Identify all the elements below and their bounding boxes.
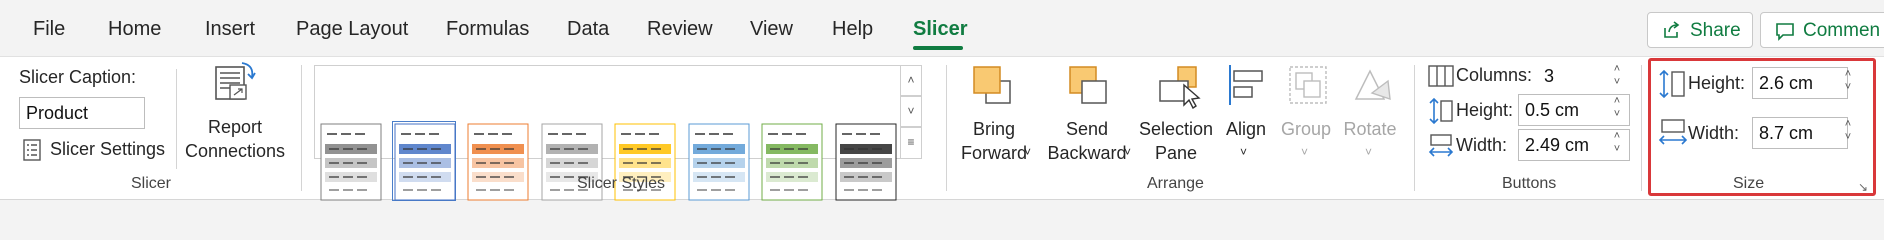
ribbon-panel: Slicer Caption: Product Slicer Settings … [0, 56, 1884, 201]
tab-view[interactable]: View [750, 18, 793, 41]
tab-data[interactable]: Data [567, 18, 609, 41]
chevron-up-icon: ˄ [907, 73, 915, 87]
send-backward-label-1: Send [1065, 119, 1109, 139]
comments-label: Commen [1803, 20, 1881, 41]
slicer-settings-icon [22, 139, 42, 161]
button-width-label: Width: [1456, 135, 1508, 155]
bring-forward-icon [970, 63, 1014, 107]
excel-window: File Home Insert Page Layout Formulas Da… [0, 0, 1884, 202]
arrange-group-label: Arrange [1147, 175, 1204, 192]
group-label: Group [1280, 119, 1332, 139]
slicer-style-tile[interactable] [686, 121, 750, 201]
report-connections-label-2: Connections [184, 141, 286, 161]
send-backward-icon [1066, 63, 1110, 107]
chevron-down-icon: ˅ [1365, 145, 1373, 159]
slicer-style-preview-icon [394, 123, 455, 201]
group-icon [1286, 63, 1330, 107]
button-width-icon [1428, 133, 1454, 159]
align-icon [1224, 63, 1268, 107]
slicer-caption-label: Slicer Caption: [19, 67, 137, 87]
button-height-icon [1428, 97, 1454, 125]
slicer-style-preview-icon [688, 123, 749, 201]
tab-home[interactable]: Home [108, 18, 161, 41]
slicer-styles-group-label: Slicer Styles [577, 175, 666, 192]
more-dropdown-icon: ≡ [907, 135, 915, 149]
gallery-scroll-down-button[interactable]: ˅ [900, 96, 922, 127]
align-label: Align [1225, 119, 1267, 139]
slicer-style-tile[interactable] [391, 121, 456, 201]
selection-pane-label-2: Pane [1154, 143, 1198, 163]
chevron-down-icon: ˅ [1124, 145, 1132, 159]
buttons-group-label: Buttons [1502, 175, 1557, 192]
slicer-style-preview-icon [761, 123, 823, 201]
button-width-spinner[interactable]: ˄ ˅ [1610, 130, 1624, 160]
button-height-spinner[interactable]: ˄ ˅ [1610, 95, 1624, 125]
chevron-down-icon: ˅ [1240, 145, 1248, 159]
slicer-style-tile[interactable] [833, 121, 897, 201]
report-connections-label-1: Report [207, 117, 263, 137]
rotate-icon [1350, 63, 1394, 107]
size-group-highlight [1648, 58, 1876, 196]
rotate-button[interactable]: Rotate ˅ [1336, 61, 1404, 173]
selection-pane-label-1: Selection [1138, 119, 1214, 139]
columns-label: Columns: [1456, 65, 1533, 85]
slicer-style-tile[interactable] [465, 121, 529, 201]
separator [301, 65, 302, 191]
slicer-style-preview-icon [467, 123, 529, 201]
gallery-more-button[interactable]: ≡ [900, 127, 922, 159]
align-button[interactable]: Align ˅ [1220, 61, 1272, 173]
chevron-down-icon: ˅ [907, 104, 915, 118]
separator [1414, 65, 1415, 191]
columns-spinner[interactable]: ˄ ˅ [1610, 63, 1624, 93]
slicer-group-label: Slicer [131, 175, 172, 192]
active-tab-indicator [913, 46, 963, 50]
tab-slicer[interactable]: Slicer [913, 18, 967, 41]
button-height-label: Height: [1456, 100, 1514, 120]
slicer-style-preview-icon [320, 123, 382, 201]
selection-pane-button[interactable]: Selection Pane [1134, 61, 1218, 173]
send-backward-label-2: Backward [1047, 143, 1127, 163]
tab-insert[interactable]: Insert [205, 18, 255, 41]
gallery-scroll-up-button[interactable]: ˄ [900, 65, 922, 96]
slicer-style-tile[interactable] [759, 121, 823, 201]
share-icon [1662, 20, 1682, 40]
separator [946, 65, 947, 191]
share-label: Share [1690, 20, 1741, 41]
rotate-label: Rotate [1343, 119, 1397, 139]
bring-forward-label-1: Bring [972, 119, 1016, 139]
separator [176, 69, 177, 169]
slicer-settings-label: Slicer Settings [50, 139, 166, 159]
ribbon-tab-bar: File Home Insert Page Layout Formulas Da… [0, 8, 1884, 50]
comments-button[interactable]: Commen [1760, 12, 1884, 48]
columns-icon [1428, 65, 1454, 87]
slicer-style-preview-icon [835, 123, 896, 201]
slicer-style-tile[interactable] [318, 121, 382, 201]
chevron-down-icon: ˅ [1301, 145, 1309, 159]
tab-page-layout[interactable]: Page Layout [296, 18, 408, 41]
slicer-caption-input[interactable]: Product [19, 97, 145, 129]
share-button[interactable]: Share [1647, 12, 1753, 48]
tab-formulas[interactable]: Formulas [446, 18, 529, 41]
comment-icon [1775, 21, 1795, 41]
report-connections-button[interactable]: Report Connections [180, 61, 290, 171]
report-connections-icon [212, 61, 258, 103]
tab-file[interactable]: File [33, 18, 65, 41]
chevron-down-icon: ˅ [1024, 145, 1032, 159]
send-backward-button[interactable]: Send Backward ˅ [1044, 61, 1140, 173]
tab-review[interactable]: Review [647, 18, 713, 41]
bring-forward-button[interactable]: Bring Forward ˅ [948, 61, 1040, 173]
selection-pane-icon [1154, 63, 1202, 109]
group-button[interactable]: Group ˅ [1276, 61, 1336, 173]
separator [1641, 65, 1642, 191]
tab-help[interactable]: Help [832, 18, 873, 41]
